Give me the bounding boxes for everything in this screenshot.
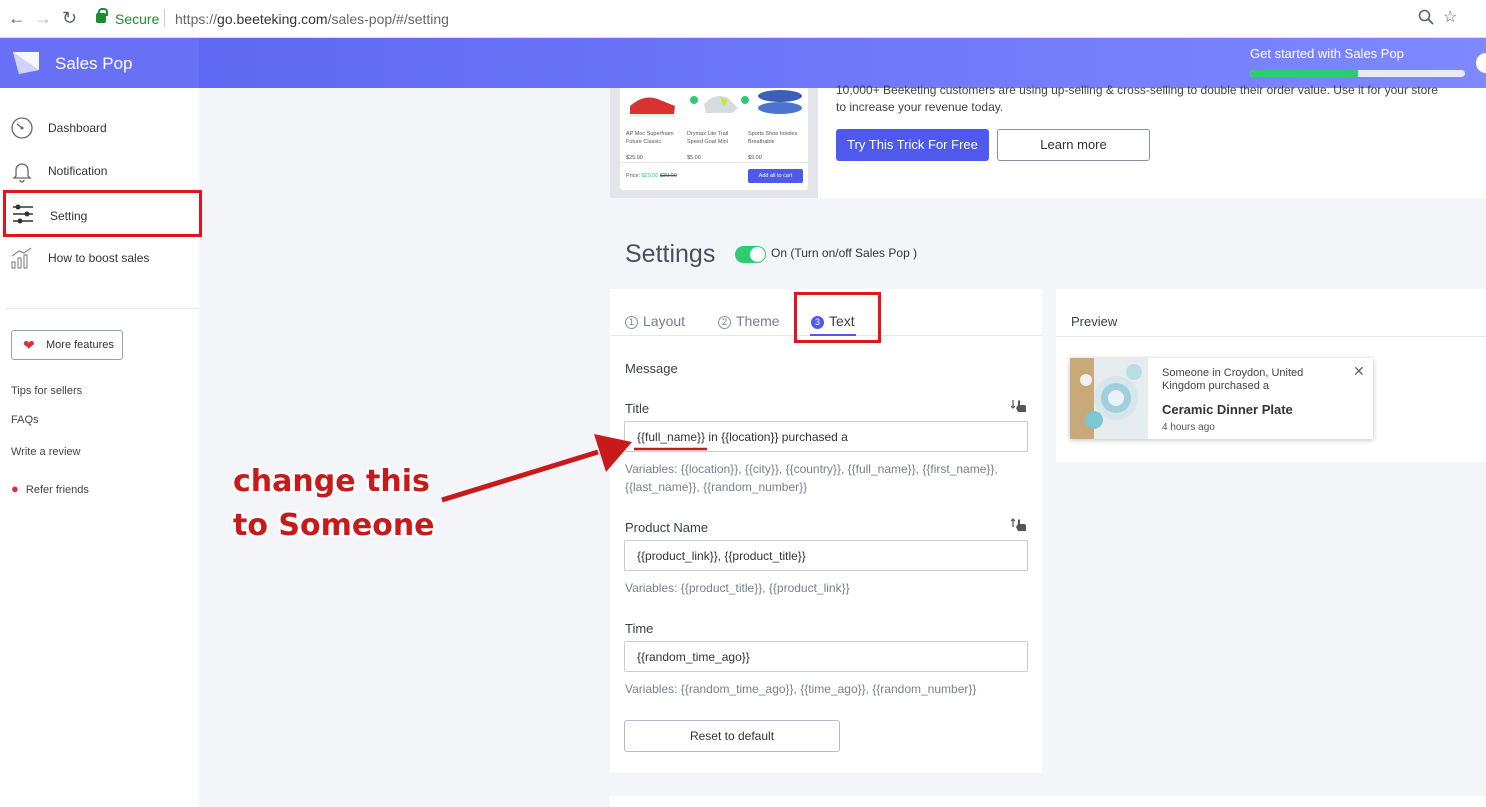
try-trick-button[interactable]: Try This Trick For Free xyxy=(836,129,989,161)
sidebar-link-tips[interactable]: Tips for sellers xyxy=(11,385,82,397)
popup-time: 4 hours ago xyxy=(1162,422,1215,433)
shoe-images xyxy=(630,90,802,117)
setup-progress-fill xyxy=(1250,70,1358,77)
address-separator xyxy=(164,9,165,27)
product-name-input[interactable]: {{product_link}}, {{product_title}} xyxy=(624,540,1028,571)
dashboard-icon xyxy=(11,117,33,139)
tab-text-highlight-box xyxy=(794,292,881,343)
sidebar-item-label: Notification xyxy=(48,164,108,178)
chart-icon xyxy=(11,247,32,269)
product-name-label: Product Name xyxy=(625,520,709,535)
forward-icon[interactable]: → xyxy=(34,8,52,29)
reload-icon[interactable]: ↻ xyxy=(62,8,77,29)
settings-tabs: 1 Layout 2 Theme 3 Text xyxy=(610,289,1042,343)
title-variables-line2: {{last_name}}, {{random_number}} xyxy=(625,480,808,494)
sidebar-link-review[interactable]: Write a review xyxy=(11,446,80,458)
time-input[interactable]: {{random_time_ago}} xyxy=(624,641,1028,672)
tab-layout[interactable]: 1 Layout xyxy=(625,313,685,329)
sidebar-item-label: How to boost sales xyxy=(48,251,150,265)
promo-price: Price: $29.00 $39.00 xyxy=(626,173,677,179)
sidebar-item-boost-sales[interactable]: How to boost sales xyxy=(0,238,199,278)
browser-toolbar: ← → ↻ Secure https://go.beeteking.com/sa… xyxy=(0,0,1486,38)
sidebar-item-label: Setting xyxy=(50,209,88,223)
more-features-label: More features xyxy=(46,339,114,351)
sort-down-icon[interactable] xyxy=(1010,398,1028,414)
bookmark-star-icon[interactable]: ☆ xyxy=(1443,7,1457,27)
promo-add-all-button[interactable]: Add all to cart xyxy=(748,169,803,183)
promo-product-1: AP Moc Superfoam Future Classic $25.00 xyxy=(626,131,674,161)
learn-more-button[interactable]: Learn more xyxy=(997,129,1150,161)
page-title: Settings xyxy=(625,240,716,268)
promo-product-card: AP Moc Superfoam Future Classic $25.00 Dr… xyxy=(620,88,808,190)
settings-panel: 1 Layout 2 Theme 3 Text Message Title {{ful… xyxy=(610,289,1042,773)
more-features-button[interactable]: ❤ More features xyxy=(11,330,123,360)
preview-panel: Preview Someone in Croydon, United Kingd… xyxy=(1056,289,1486,462)
sales-pop-notification[interactable]: Someone in Croydon, United Kingdom purch… xyxy=(1070,358,1373,439)
sidebar-divider xyxy=(6,308,199,309)
back-icon[interactable]: ← xyxy=(8,8,26,29)
reset-to-default-button[interactable]: Reset to default xyxy=(624,720,840,752)
promo-text-line1: 10,000+ Beeketing customers are using up… xyxy=(836,83,1438,97)
sales-pop-logo-icon xyxy=(13,52,39,74)
sidebar-item-label: Dashboard xyxy=(48,121,107,135)
brand-name: Sales Pop xyxy=(55,54,133,73)
sidebar-item-notification[interactable]: Notification xyxy=(0,151,199,191)
sidebar-item-dashboard[interactable]: Dashboard xyxy=(0,108,199,148)
sidebar-item-setting[interactable]: Setting xyxy=(3,190,202,237)
secure-label: Secure xyxy=(115,11,160,27)
upsell-promo: AP Moc Superfoam Future Classic $25.00 Dr… xyxy=(610,83,1486,198)
preview-heading: Preview xyxy=(1071,314,1118,329)
sort-up-icon[interactable] xyxy=(1010,517,1028,533)
url-text[interactable]: https://go.beeteking.com/sales-pop/#/set… xyxy=(175,11,449,27)
toggle-knob xyxy=(750,247,765,262)
lock-icon xyxy=(96,8,108,23)
address-bar[interactable]: Secure https://go.beeteking.com/sales-po… xyxy=(88,5,1468,33)
setup-progress-bar xyxy=(1250,70,1465,77)
brand-area[interactable]: Sales Pop xyxy=(0,38,199,88)
title-field-label: Title xyxy=(625,401,650,416)
product-thumbnail xyxy=(1070,358,1148,439)
preview-divider xyxy=(1056,336,1486,337)
popup-message: Someone in Croydon, United Kingdom purch… xyxy=(1162,367,1304,392)
header-toggle-knob[interactable] xyxy=(1476,53,1486,73)
bottom-panel-edge xyxy=(610,796,1486,807)
time-field-label: Time xyxy=(625,621,654,636)
close-icon[interactable]: ✕ xyxy=(1353,363,1365,380)
promo-text-line2: to increase your revenue today. xyxy=(836,100,1004,114)
sidebar-link-refer[interactable]: ● Refer friends xyxy=(11,481,89,496)
promo-product-2: Drymax Lite Trail Speed Goat Mini $5.00 xyxy=(687,131,729,161)
sidebar-link-faqs[interactable]: FAQs xyxy=(11,414,39,426)
promo-illustration: AP Moc Superfoam Future Classic $25.00 Dr… xyxy=(610,88,818,198)
sliders-icon xyxy=(13,204,33,224)
sales-pop-toggle[interactable] xyxy=(735,246,766,263)
promo-product-3: Sports Shoe Insoles Breathable $9.00 xyxy=(748,131,798,161)
toggle-label: On (Turn on/off Sales Pop ) xyxy=(771,246,918,260)
time-variables: Variables: {{random_time_ago}}, {{time_a… xyxy=(625,682,977,696)
annotation-text: change this to Someone xyxy=(233,464,435,543)
tab-theme[interactable]: 2 Theme xyxy=(718,313,780,329)
title-variables-line1: Variables: {{location}}, {{city}}, {{cou… xyxy=(625,462,998,476)
title-input[interactable]: {{full_name}} in {{location}} purchased … xyxy=(624,421,1028,452)
message-section-heading: Message xyxy=(625,361,678,376)
bell-icon xyxy=(12,163,32,183)
sidebar: Dashboard Notification Setting How to bo… xyxy=(0,88,202,807)
get-started-label[interactable]: Get started with Sales Pop xyxy=(1250,46,1404,61)
zoom-icon[interactable] xyxy=(1418,9,1434,30)
heart-icon: ❤ xyxy=(23,337,35,353)
product-variables: Variables: {{product_title}}, {{product_… xyxy=(625,581,850,595)
popup-product-title: Ceramic Dinner Plate xyxy=(1162,402,1293,417)
money-bag-icon: ● xyxy=(11,481,19,496)
